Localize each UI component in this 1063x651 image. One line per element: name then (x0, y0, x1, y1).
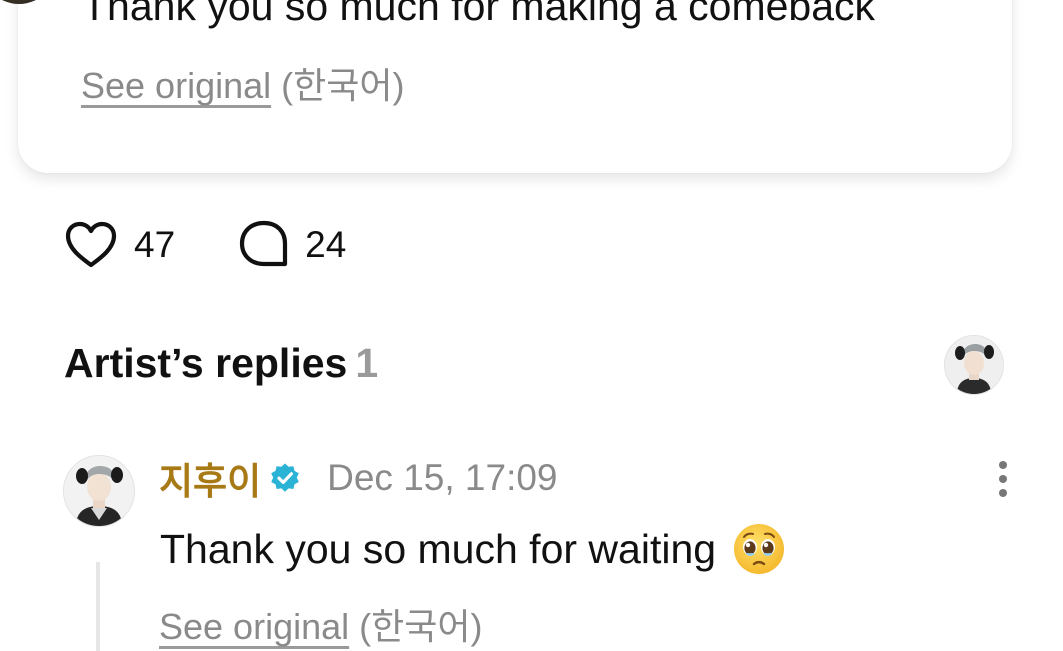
artist-replies-header: Artist’s replies 1 (64, 340, 378, 387)
comment-thread-page: Thank you so much for making a comeback … (0, 0, 1063, 651)
reply-see-original-link[interactable]: See original (159, 606, 349, 647)
reply-body: Thank you so much for waiting (160, 522, 786, 576)
reply-meta: 지후이 Dec 15, 17:09 (159, 455, 558, 502)
post-language-label: (한국어) (281, 65, 405, 106)
artist-replies-count: 1 (355, 340, 379, 386)
post-author-avatar[interactable] (0, 0, 58, 4)
reply-language-label: (한국어) (359, 606, 483, 647)
speech-bubble-icon (240, 220, 288, 267)
post-card: Thank you so much for making a comeback … (0, 0, 1012, 173)
heart-outline-icon (65, 221, 117, 268)
reply-text: Thank you so much for waiting (160, 526, 717, 572)
artist-replies-title: Artist’s replies (64, 340, 348, 386)
verified-badge-icon (271, 463, 299, 492)
reply-author-avatar[interactable] (63, 455, 135, 527)
post-see-original-link[interactable]: See original (81, 65, 271, 106)
artist-avatar[interactable] (944, 335, 1004, 395)
like-count: 47 (134, 224, 176, 265)
comment-button[interactable]: 24 (239, 220, 346, 270)
artist-avatar-illustration (945, 336, 1003, 394)
post-see-original: See original (한국어) (81, 57, 404, 109)
post-actions: 47 24 (64, 218, 410, 272)
more-options-button[interactable] (990, 459, 1016, 499)
reply-see-original: See original (한국어) (159, 598, 482, 650)
like-button[interactable]: 47 (64, 221, 175, 269)
post-text: Thank you so much for making a comeback (82, 0, 876, 29)
reply-timestamp: Dec 15, 17:09 (327, 457, 558, 498)
reply-thread-line (96, 562, 100, 651)
comment-count: 24 (305, 224, 347, 265)
pleading-face-emoji (734, 524, 785, 574)
reply-author-name[interactable]: 지후이 (159, 451, 261, 505)
reply-avatar-illustration (64, 456, 134, 526)
vertical-ellipsis-icon (999, 461, 1007, 497)
